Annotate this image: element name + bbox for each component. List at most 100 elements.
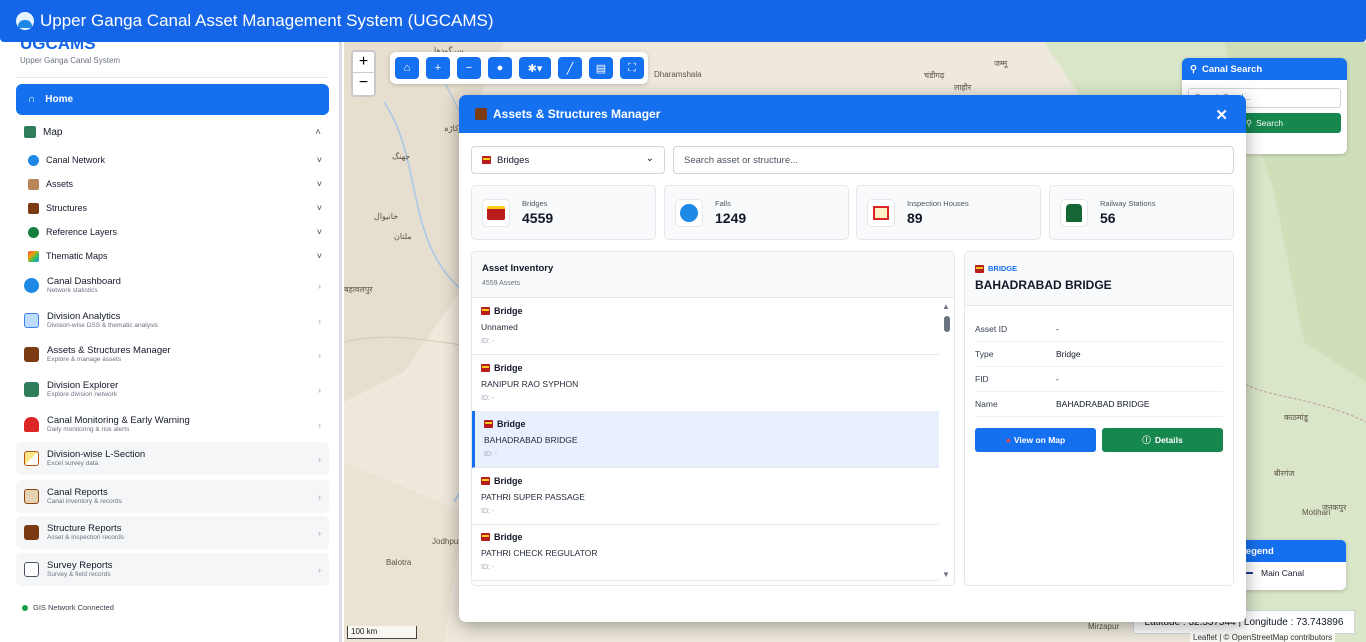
satellite-icon: ✱▾ (527, 62, 543, 75)
list-item-name: BAHADRABAD BRIDGE (484, 435, 578, 445)
button-label: Details (1154, 435, 1183, 445)
zoom-in-button[interactable]: + (353, 52, 374, 73)
zoom-out-button[interactable]: − (353, 73, 374, 94)
detail-header: BRIDGE BAHADRABAD BRIDGE (965, 252, 1233, 306)
sidebar-item-map[interactable]: Map ˄ (16, 122, 329, 142)
scroll-up-icon[interactable]: ▲ (942, 302, 950, 311)
stat-card-falls[interactable]: Falls 1249 (664, 185, 849, 240)
inventory-title: Asset Inventory (482, 263, 554, 274)
fullscreen-icon: ⛶ (628, 61, 636, 74)
asset-inventory-panel: Asset Inventory 4559 Assets Bridge Unnam… (471, 251, 955, 586)
map-attribution[interactable]: Leaflet | © OpenStreetMap contributors (1190, 633, 1336, 642)
sidebar-item-structure-reports[interactable]: Structure Reports Asset & inspection reco… (16, 516, 329, 549)
map-label: Mirzapur (1088, 622, 1120, 631)
chevron-down-icon: ˅ (316, 227, 322, 237)
zoom-in-tool-button[interactable]: + (426, 57, 450, 79)
inventory-count: 4559 Assets (482, 280, 521, 287)
structure-icon (24, 525, 39, 540)
chevron-right-icon: › (318, 527, 321, 538)
list-item-selected[interactable]: Bridge BAHADRABAD BRIDGE ID: - (472, 411, 939, 468)
measure-button[interactable]: ╱ (558, 57, 582, 79)
print-button[interactable]: ▤ (589, 57, 613, 79)
box-icon (28, 178, 39, 190)
nav-title: Division Analytics (47, 311, 121, 322)
legend-item-label: Main Canal (1261, 568, 1304, 578)
sidebar-item-survey-reports[interactable]: Survey Reports Survey & field records › (16, 553, 329, 586)
sidebar-subitem-label: Assets (46, 179, 74, 189)
list-item-id: ID: - (481, 508, 495, 515)
sidebar-item-canal-dashboard[interactable]: Canal Dashboard Network statistics › (16, 269, 329, 302)
sidebar-subitem-structures[interactable]: Structures ˅ (28, 199, 328, 217)
layers-dropdown-button[interactable]: ✱▾ (519, 57, 551, 79)
button-label: Search (1256, 118, 1284, 128)
home-extent-button[interactable]: ⌂ (395, 57, 419, 79)
asset-search-input[interactable]: Search asset or structure... (673, 146, 1234, 174)
sidebar-item-label: Home (45, 94, 74, 105)
globe-icon (28, 226, 39, 238)
inventory-scrollbar[interactable]: ▲ ▼ (942, 302, 952, 582)
view-on-map-button[interactable]: ● View on Map (975, 428, 1096, 452)
locate-button[interactable]: ● (488, 57, 512, 79)
stat-value: 1249 (715, 210, 747, 226)
map-label: Dharamshala (654, 70, 702, 79)
sidebar-item-division-explorer[interactable]: Division Explorer Explore division networ… (16, 373, 329, 406)
stat-card-railway-stations[interactable]: Railway Stations 56 (1049, 185, 1234, 240)
sidebar-item-home[interactable]: ∩ Home (16, 84, 329, 115)
stat-card-inspection-houses[interactable]: Inspection Houses 89 (856, 185, 1041, 240)
list-item-type: Bridge (481, 306, 939, 316)
nav-subtitle: Network statistics (47, 287, 98, 294)
detail-category: BRIDGE (975, 264, 1233, 273)
sidebar-subitem-assets[interactable]: Assets ˅ (28, 175, 328, 193)
scroll-down-icon[interactable]: ▼ (942, 570, 950, 579)
sidebar-subitem-thematic-maps[interactable]: Thematic Maps ˅ (28, 247, 328, 265)
structure-icon (475, 108, 487, 120)
close-button[interactable]: ✕ (1215, 106, 1228, 124)
fullscreen-button[interactable]: ⛶ (620, 57, 644, 79)
stat-label: Bridges (522, 199, 548, 208)
scrollbar-thumb[interactable] (944, 316, 950, 332)
list-item[interactable]: Bridge PATHRI CHECK REGULATOR ID: - (472, 524, 939, 581)
bridge-icon (484, 420, 493, 428)
sidebar-item-canal-monitoring[interactable]: Canal Monitoring & Early Warning Daily mo… (16, 408, 329, 441)
structure-icon (24, 347, 39, 362)
sidebar-item-division-analytics[interactable]: Division Analytics Division-wise DSS & th… (16, 304, 329, 337)
triangle-ruler-icon (24, 451, 39, 466)
bridge-icon (482, 198, 510, 227)
map-icon (24, 126, 36, 138)
app-title: Upper Ganga Canal Asset Management Syste… (40, 11, 494, 30)
list-item[interactable]: Bridge PATHRI SUPER PASSAGE ID: - (472, 468, 939, 525)
wave-icon (675, 198, 703, 227)
field-key: Name (975, 399, 998, 409)
sidebar-subitem-reference-layers[interactable]: Reference Layers ˅ (28, 223, 328, 241)
map-zoom-control: + − (351, 50, 376, 97)
list-item[interactable]: Bridge RANIPUR RAO SYPHON ID: - (472, 355, 939, 412)
stat-card-bridges[interactable]: Bridges 4559 (471, 185, 656, 240)
list-item[interactable]: Bridge Unnamed ID: - (472, 298, 939, 355)
stat-value: 89 (907, 210, 923, 226)
nav-subtitle: Canal inventory & records (47, 498, 122, 505)
details-button[interactable]: ⓘ Details (1102, 428, 1223, 452)
sidebar-item-assets-structures-manager[interactable]: Assets & Structures Manager Explore & man… (16, 338, 329, 371)
chevron-right-icon: › (318, 349, 321, 360)
info-icon: ⓘ (1142, 435, 1151, 445)
assets-manager-modal: Assets & Structures Manager ✕ Bridges ⌄ … (459, 95, 1246, 622)
analytics-grid-icon (24, 313, 39, 328)
nav-subtitle: Survey & field records (47, 571, 111, 578)
list-item-id: ID: - (481, 338, 495, 345)
sidebar-subitem-label: Structures (46, 203, 88, 213)
map-toolbar: ⌂ + − ● ✱▾ ╱ ▤ ⛶ (390, 52, 648, 84)
sidebar-subitem-canal-network[interactable]: Canal Network ˅ (28, 151, 328, 169)
field-value: BAHADRABAD BRIDGE (1056, 399, 1150, 409)
bridge-icon (481, 307, 490, 315)
category-select[interactable]: Bridges ⌄ (471, 146, 665, 174)
sidebar: UGCAMS Upper Ganga Canal System ∩ Home M… (0, 42, 342, 642)
sidebar-item-l-section[interactable]: Division-wise L-Section Excel survey data… (16, 442, 329, 475)
category-select-value: Bridges (497, 154, 530, 166)
connection-status: GIS Network Connected (22, 603, 114, 612)
zoom-out-tool-button[interactable]: − (457, 57, 481, 79)
field-key: FID (975, 374, 989, 384)
document-pen-icon (24, 562, 39, 577)
map-label: चंडीगढ़ (924, 71, 945, 80)
legend-title: Legend (1232, 540, 1346, 562)
sidebar-item-canal-reports[interactable]: Canal Reports Canal inventory & records › (16, 480, 329, 513)
